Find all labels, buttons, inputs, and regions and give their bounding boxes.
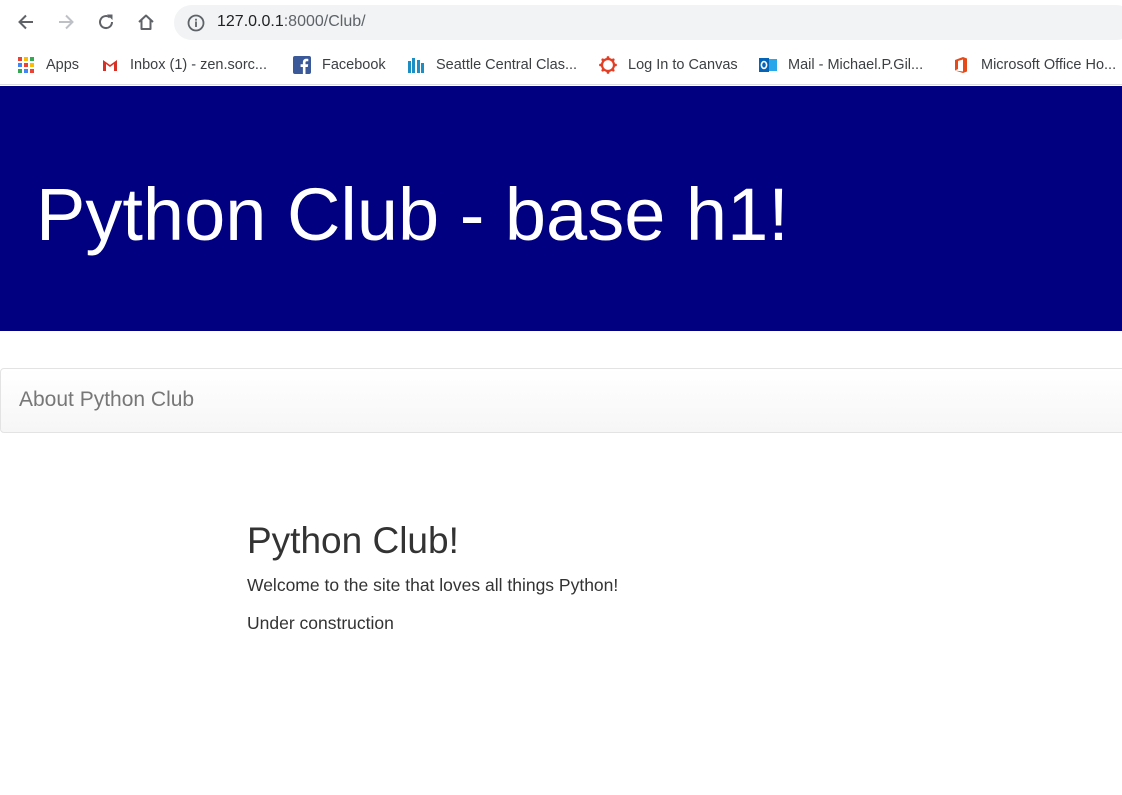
bookmark-canvas[interactable]: Log In to Canvas — [599, 52, 738, 78]
bookmark-label: Seattle Central Clas... — [436, 57, 578, 73]
reload-icon — [99, 14, 114, 30]
url-text[interactable]: 127.0.0.1:8000/Club/ — [217, 13, 366, 31]
office-icon — [952, 56, 970, 74]
main-content: Python Club! Welcome to the site that lo… — [247, 518, 947, 634]
bookmark-label: Log In to Canvas — [628, 57, 738, 73]
outlook-icon — [759, 56, 777, 74]
home-button[interactable] — [132, 8, 160, 36]
bookmark-inbox[interactable]: Inbox (1) - zen.sorc... — [101, 52, 267, 78]
bookmark-label: Apps — [46, 57, 80, 73]
bookmark-seattle-central[interactable]: Seattle Central Clas... — [407, 52, 577, 78]
back-arrow-icon — [18, 14, 33, 30]
page-heading: Python Club! — [247, 520, 459, 561]
site-navbar: About Python Club — [0, 368, 1122, 433]
apps-grid-icon — [17, 56, 35, 74]
back-button[interactable] — [12, 8, 40, 36]
banner-title: Python Club - base h1! — [36, 173, 789, 256]
bookmarks-bar: Apps Inbox (1) - zen.sorc... Facebook Se… — [0, 45, 1122, 85]
bookmark-mail[interactable]: Mail - Michael.P.Gil... — [759, 52, 923, 78]
bookmark-apps[interactable]: Apps — [17, 52, 79, 78]
info-icon[interactable] — [186, 13, 206, 33]
url-path: :8000/Club/ — [283, 13, 366, 30]
status-text: Under construction — [247, 613, 394, 633]
welcome-text: Welcome to the site that loves all thing… — [247, 575, 619, 595]
page-banner: Python Club - base h1! — [0, 86, 1122, 331]
nav-link-about[interactable]: About Python Club — [19, 388, 194, 412]
forward-button[interactable] — [52, 8, 80, 36]
bookmark-label: Mail - Michael.P.Gil... — [788, 57, 924, 73]
facebook-icon — [293, 56, 311, 74]
bookmark-label: Facebook — [322, 57, 386, 73]
forward-arrow-icon — [59, 14, 74, 30]
bookmark-facebook[interactable]: Facebook — [293, 52, 386, 78]
canvas-icon — [599, 56, 617, 74]
gmail-icon — [101, 56, 119, 74]
url-host: 127.0.0.1 — [217, 13, 284, 30]
bookmark-label: Inbox (1) - zen.sorc... — [130, 57, 267, 73]
seattle-central-icon — [407, 56, 425, 74]
address-bar[interactable]: 127.0.0.1:8000/Club/ — [174, 5, 1122, 40]
home-icon — [138, 14, 154, 30]
browser-toolbar: 127.0.0.1:8000/Club/ — [0, 0, 1122, 45]
reload-button[interactable] — [92, 8, 120, 36]
bookmark-label: Microsoft Office Ho... — [981, 57, 1117, 73]
bookmark-office[interactable]: Microsoft Office Ho... — [952, 52, 1116, 78]
